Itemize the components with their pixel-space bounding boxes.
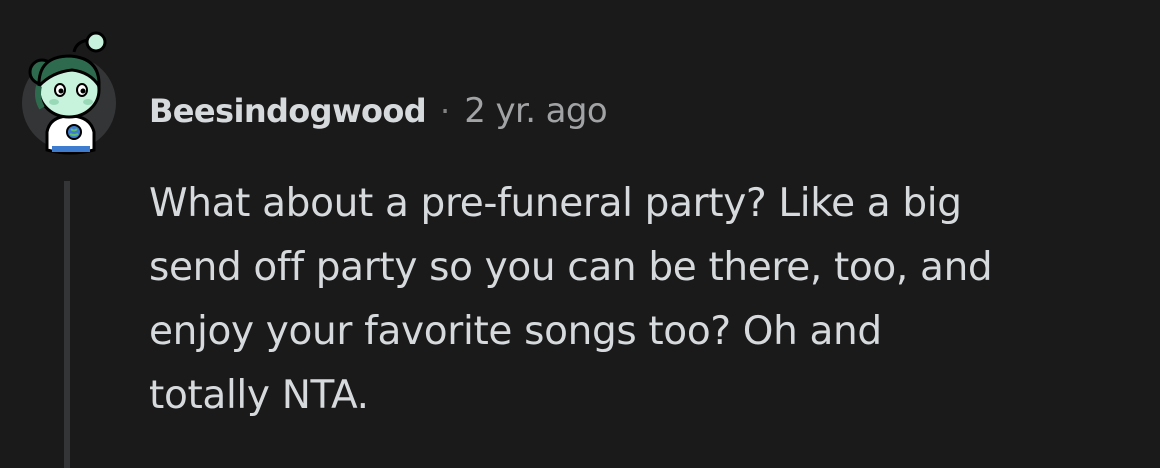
comment: Beesindogwood · 2 yr. ago What about a p… [0,0,1160,468]
snoo-avatar-icon [22,31,116,155]
meta-separator: · [440,92,451,130]
user-avatar[interactable] [22,28,122,158]
comment-line: send off party so you can be there, too,… [149,245,993,290]
comment-timestamp[interactable]: 2 yr. ago [464,91,607,131]
comment-body: What about a pre-funeral party? Like a b… [149,172,1139,428]
thread-collapse-line[interactable] [64,181,70,468]
comment-meta: Beesindogwood · 2 yr. ago [149,88,608,134]
comment-line: What about a pre-funeral party? Like a b… [149,181,962,226]
author-link[interactable]: Beesindogwood [149,92,427,130]
comment-line: enjoy your favorite songs too? Oh and [149,309,882,354]
comment-line: totally NTA. [149,373,369,418]
